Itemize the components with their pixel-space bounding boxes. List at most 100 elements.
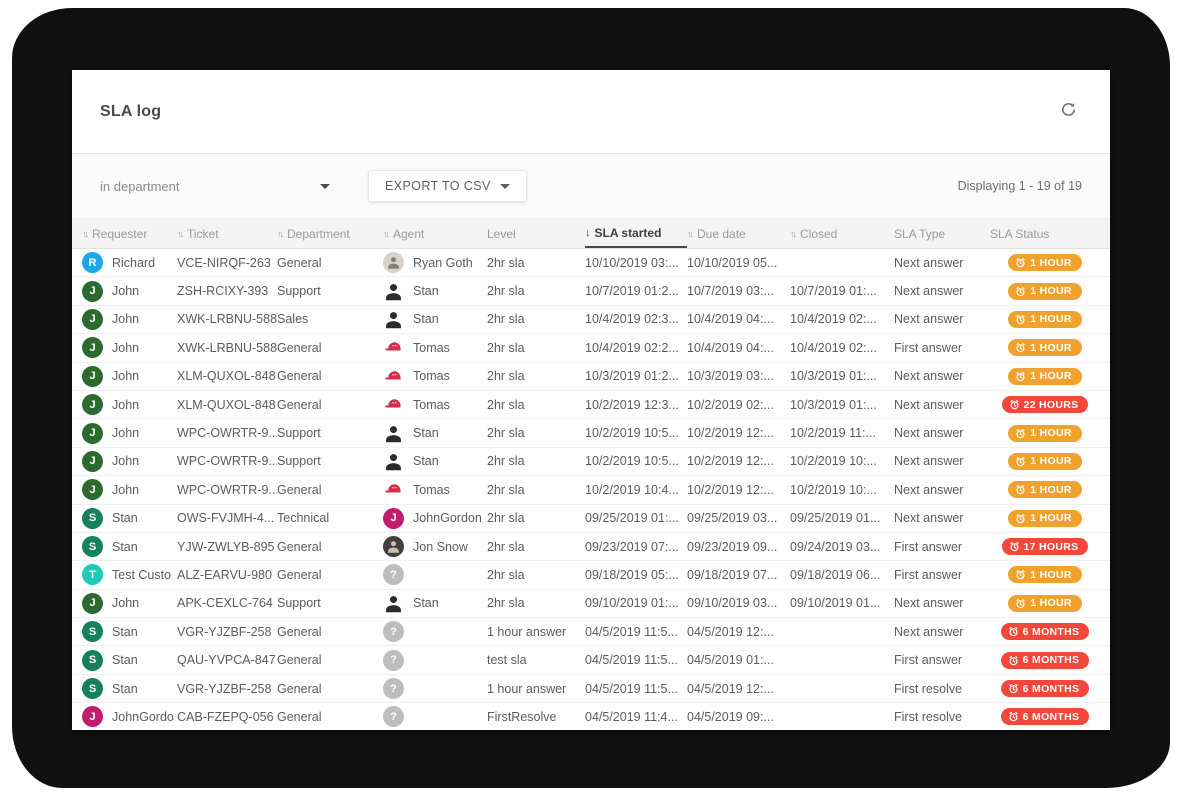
ticket-cell: XWK-LRBNU-588 <box>177 312 277 326</box>
column-header-label: SLA Status <box>990 227 1049 241</box>
sla-status-badge: 6 MONTHS <box>1001 623 1090 640</box>
agent-cell: Stan <box>383 593 487 614</box>
table-row[interactable]: JJohnWPC-OWRTR-9...SupportStan2hr sla10/… <box>72 419 1110 447</box>
requester-cell: SStan <box>82 508 177 529</box>
ticket-cell: APK-CEXLC-764 <box>177 596 277 610</box>
column-header-ticket[interactable]: ↑↓Ticket <box>177 219 277 248</box>
refresh-button[interactable] <box>1054 98 1082 126</box>
sort-icon: ↑↓ <box>177 229 182 239</box>
table-row[interactable]: SStanVGR-YJZBF-258General?1 hour answer0… <box>72 675 1110 703</box>
sla-status-label: 1 HOUR <box>1030 597 1071 609</box>
column-header-label: Closed <box>800 227 837 241</box>
sla-type-cell: Next answer <box>894 398 990 412</box>
column-header-requester[interactable]: ↑↓Requester <box>82 219 177 248</box>
requester-cell: JJohn <box>82 337 177 358</box>
column-header-agent[interactable]: ↑↓Agent <box>383 219 487 248</box>
table-row[interactable]: TTest CustoALZ-EARVU-980General?2hr sla0… <box>72 561 1110 589</box>
export-csv-button[interactable]: EXPORT TO CSV <box>368 170 527 202</box>
table-row[interactable]: JJohnZSH-RCIXY-393SupportStan2hr sla10/7… <box>72 277 1110 305</box>
department-cell: General <box>277 341 383 355</box>
sla-status-label: 1 HOUR <box>1030 257 1071 269</box>
column-header-department[interactable]: ↑↓Department <box>277 219 383 248</box>
agent-name: JohnGordon <box>413 511 482 525</box>
requester-cell: TTest Custo <box>82 564 177 585</box>
sla-status-badge: 1 HOUR <box>1008 311 1081 328</box>
stopwatch-icon <box>1015 598 1026 609</box>
sla-status-label: 1 HOUR <box>1030 313 1071 325</box>
sla-status-label: 1 HOUR <box>1030 569 1071 581</box>
requester-avatar: T <box>82 564 103 585</box>
table-row[interactable]: SStanQAU-YVPCA-847General?test sla04/5/2… <box>72 646 1110 674</box>
agent-cap-avatar <box>383 479 404 500</box>
sla-type-cell: Next answer <box>894 284 990 298</box>
stopwatch-icon <box>1008 655 1019 666</box>
sla-started-cell: 10/10/2019 03:... <box>585 256 687 270</box>
unknown-agent-avatar: ? <box>383 706 404 727</box>
table-row[interactable]: JJohnWPC-OWRTR-9...SupportStan2hr sla10/… <box>72 448 1110 476</box>
closed-cell: 10/2/2019 10:... <box>790 454 894 468</box>
agent-cell: Tomas <box>383 394 487 415</box>
refresh-icon <box>1060 101 1077 123</box>
sla-status-label: 1 HOUR <box>1030 512 1071 524</box>
table-row[interactable]: SStanOWS-FVJMH-4...TechnicalJJohnGordon2… <box>72 505 1110 533</box>
level-cell: 2hr sla <box>487 568 585 582</box>
stopwatch-icon <box>1015 314 1026 325</box>
sla-status-badge: 1 HOUR <box>1008 481 1081 498</box>
requester-cell: JJohn <box>82 451 177 472</box>
department-cell: General <box>277 256 383 270</box>
table-row[interactable]: JJohnGordoCAB-FZEPQ-056General?FirstReso… <box>72 703 1110 730</box>
requester-name: John <box>112 426 139 440</box>
department-cell: General <box>277 568 383 582</box>
ticket-cell: ALZ-EARVU-980 <box>177 568 277 582</box>
unknown-agent-avatar: ? <box>383 621 404 642</box>
table-row[interactable]: JJohnAPK-CEXLC-764SupportStan2hr sla09/1… <box>72 590 1110 618</box>
agent-cell: JJohnGordon <box>383 508 487 529</box>
stopwatch-icon <box>1015 456 1026 467</box>
column-header-closed[interactable]: ↑↓Closed <box>790 219 894 248</box>
sla-status-cell: 17 HOURS <box>990 538 1100 555</box>
table-row[interactable]: JJohnXWK-LRBNU-588SalesStan2hr sla10/4/2… <box>72 306 1110 334</box>
table-row[interactable]: SStanVGR-YJZBF-258General?1 hour answer0… <box>72 618 1110 646</box>
department-filter-select[interactable]: in department <box>100 179 330 194</box>
sort-icon: ↑↓ <box>277 229 282 239</box>
stopwatch-icon <box>1008 711 1019 722</box>
table-row[interactable]: SStanYJW-ZWLYB-895GeneralJon Snow2hr sla… <box>72 533 1110 561</box>
sla-status-badge: 1 HOUR <box>1008 254 1081 271</box>
stopwatch-icon <box>1008 683 1019 694</box>
requester-avatar: J <box>82 593 103 614</box>
sla-status-cell: 1 HOUR <box>990 595 1100 612</box>
sla-type-cell: First answer <box>894 568 990 582</box>
sla-started-cell: 10/3/2019 01:2... <box>585 369 687 383</box>
sla-status-cell: 6 MONTHS <box>990 680 1100 697</box>
agent-cap-avatar <box>383 366 404 387</box>
sla-type-cell: Next answer <box>894 454 990 468</box>
sla-status-badge: 1 HOUR <box>1008 453 1081 470</box>
stopwatch-icon <box>1009 541 1020 552</box>
sla-status-badge: 1 HOUR <box>1008 339 1081 356</box>
sla-type-cell: First answer <box>894 341 990 355</box>
agent-name: Tomas <box>413 341 450 355</box>
chevron-down-icon <box>320 184 330 189</box>
table-row[interactable]: JJohnXLM-QUXOL-848GeneralTomas2hr sla10/… <box>72 391 1110 419</box>
requester-cell: SStan <box>82 621 177 642</box>
closed-cell: 09/10/2019 01... <box>790 596 894 610</box>
sla-status-cell: 6 MONTHS <box>990 623 1100 640</box>
table-row[interactable]: RRichardVCE-NIRQF-263GeneralRyan Goth2hr… <box>72 249 1110 277</box>
agent-name: Tomas <box>413 483 450 497</box>
sla-type-cell: First resolve <box>894 682 990 696</box>
sla-started-cell: 09/18/2019 05:... <box>585 568 687 582</box>
table-row[interactable]: JJohnWPC-OWRTR-9...GeneralTomas2hr sla10… <box>72 476 1110 504</box>
agent-name: Ryan Goth <box>413 256 473 270</box>
department-cell: General <box>277 398 383 412</box>
sort-icon: ↑↓ <box>383 229 388 239</box>
sla-status-badge: 22 HOURS <box>1002 396 1089 413</box>
table-row[interactable]: JJohnXWK-LRBNU-588GeneralTomas2hr sla10/… <box>72 334 1110 362</box>
column-header-due_date[interactable]: ↑↓Due date <box>687 219 790 248</box>
sla-status-badge: 17 HOURS <box>1002 538 1089 555</box>
agent-name: Stan <box>413 284 439 298</box>
table-row[interactable]: JJohnXLM-QUXOL-848GeneralTomas2hr sla10/… <box>72 363 1110 391</box>
agent-silhouette-avatar <box>383 281 404 302</box>
requester-name: John <box>112 369 139 383</box>
due-date-cell: 10/4/2019 04:... <box>687 312 790 326</box>
column-header-sla_started[interactable]: ↓SLA started <box>585 219 687 248</box>
